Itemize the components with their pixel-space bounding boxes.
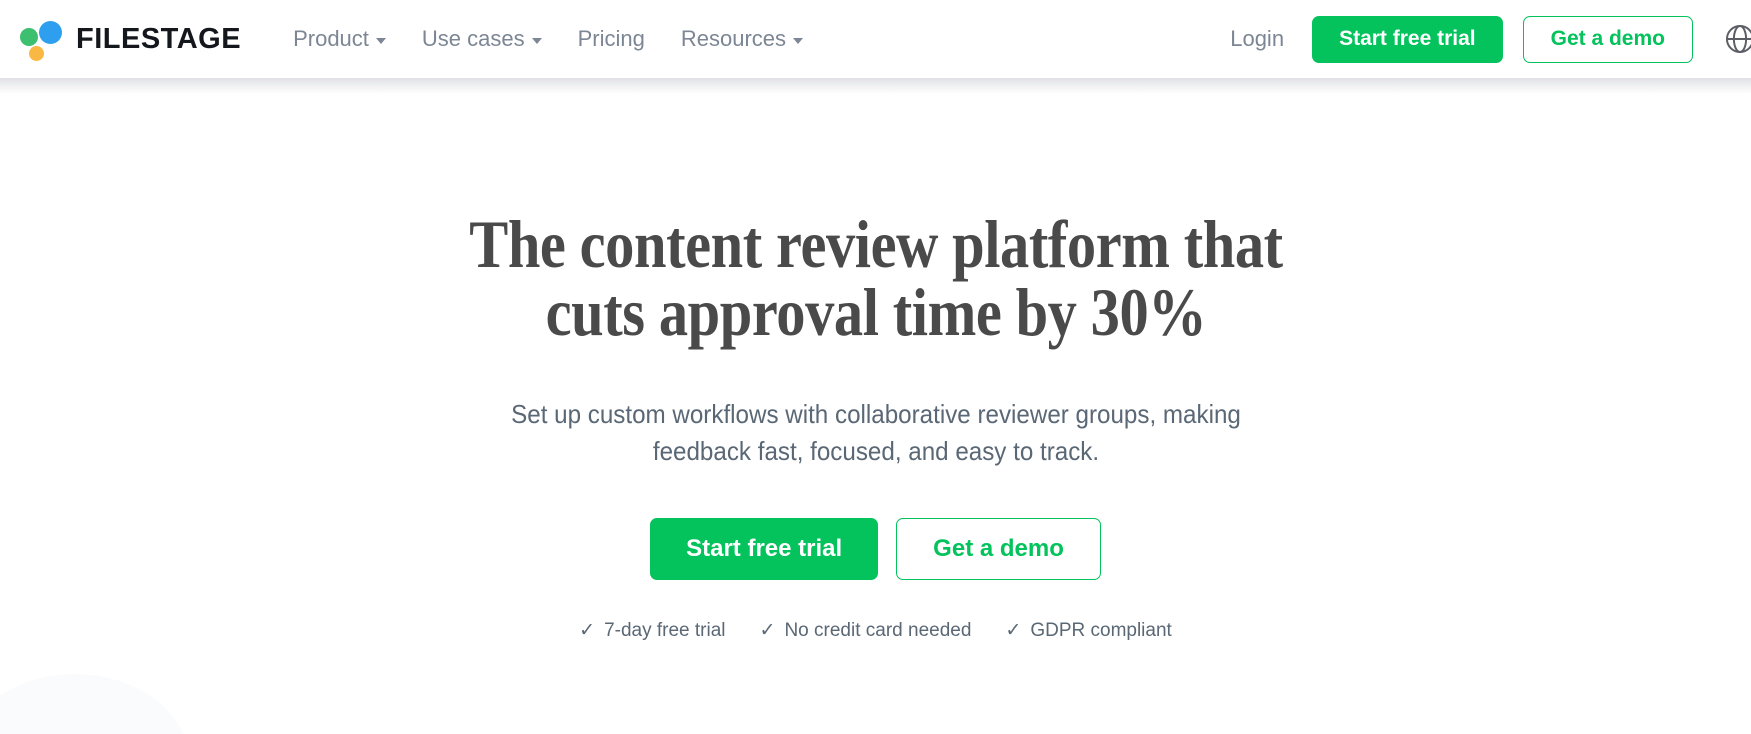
filestage-dots-logo-icon [18, 17, 66, 61]
chevron-down-icon [375, 38, 386, 44]
primary-nav: Product Use cases Pricing Resources [275, 18, 821, 60]
hero-start-free-trial-button[interactable]: Start free trial [650, 517, 879, 580]
nav-item-label: Pricing [577, 26, 645, 51]
hero-section: The content review platform that cuts ap… [0, 94, 1751, 734]
chevron-down-icon [531, 38, 542, 44]
logo-dot-blue-icon [39, 21, 62, 44]
hero-headline: The content review platform that cuts ap… [446, 210, 1306, 346]
logo-dot-green-icon [20, 28, 38, 46]
hero-trust-badges: ✓ 7-day free trial ✓ No credit card need… [579, 620, 1172, 642]
hero-headline-line-2: cuts approval time by 30% [545, 274, 1206, 350]
header-actions: Login Start free trial Get a demo [1208, 15, 1751, 63]
nav-item-pricing[interactable]: Pricing [560, 18, 663, 60]
hero-headline-line-1: The content review platform that [468, 206, 1283, 282]
check-icon: ✓ [1005, 620, 1022, 642]
page-root: FILESTAGE Product Use cases Pricing Reso… [0, 0, 1751, 734]
site-header: FILESTAGE Product Use cases Pricing Reso… [0, 0, 1751, 78]
trust-badge-label: 7-day free trial [604, 619, 726, 641]
decorative-blob [0, 674, 190, 734]
trust-badge-no-credit-card: ✓ No credit card needed [760, 620, 972, 642]
trust-badge-gdpr: ✓ GDPR compliant [1005, 620, 1171, 642]
nav-item-use-cases[interactable]: Use cases [404, 18, 560, 60]
language-selector-button[interactable] [1719, 18, 1751, 60]
nav-item-label: Use cases [421, 26, 525, 51]
nav-item-label: Product [293, 26, 369, 51]
hero-get-a-demo-button[interactable]: Get a demo [896, 517, 1101, 580]
globe-icon [1725, 24, 1751, 54]
check-icon: ✓ [759, 620, 776, 642]
brand-name: FILESTAGE [76, 22, 242, 55]
header-start-free-trial-button[interactable]: Start free trial [1312, 15, 1503, 63]
nav-item-label: Resources [680, 26, 787, 51]
trust-badge-label: GDPR compliant [1030, 619, 1172, 641]
nav-item-product[interactable]: Product [275, 18, 404, 60]
hero-cta-group: Start free trial Get a demo [650, 517, 1101, 580]
brand-logo[interactable]: FILESTAGE [18, 17, 241, 61]
trust-badge-free-trial: ✓ 7-day free trial [579, 620, 725, 642]
hero-subheadline: Set up custom workflows with collaborati… [510, 399, 1241, 466]
header-get-a-demo-button[interactable]: Get a demo [1522, 15, 1693, 63]
nav-item-resources[interactable]: Resources [663, 18, 821, 60]
chevron-down-icon [793, 38, 804, 44]
logo-dot-yellow-icon [29, 46, 44, 61]
header-bottom-shadow [0, 78, 1751, 94]
login-link[interactable]: Login [1208, 18, 1306, 60]
check-icon: ✓ [579, 620, 596, 642]
trust-badge-label: No credit card needed [784, 619, 972, 641]
